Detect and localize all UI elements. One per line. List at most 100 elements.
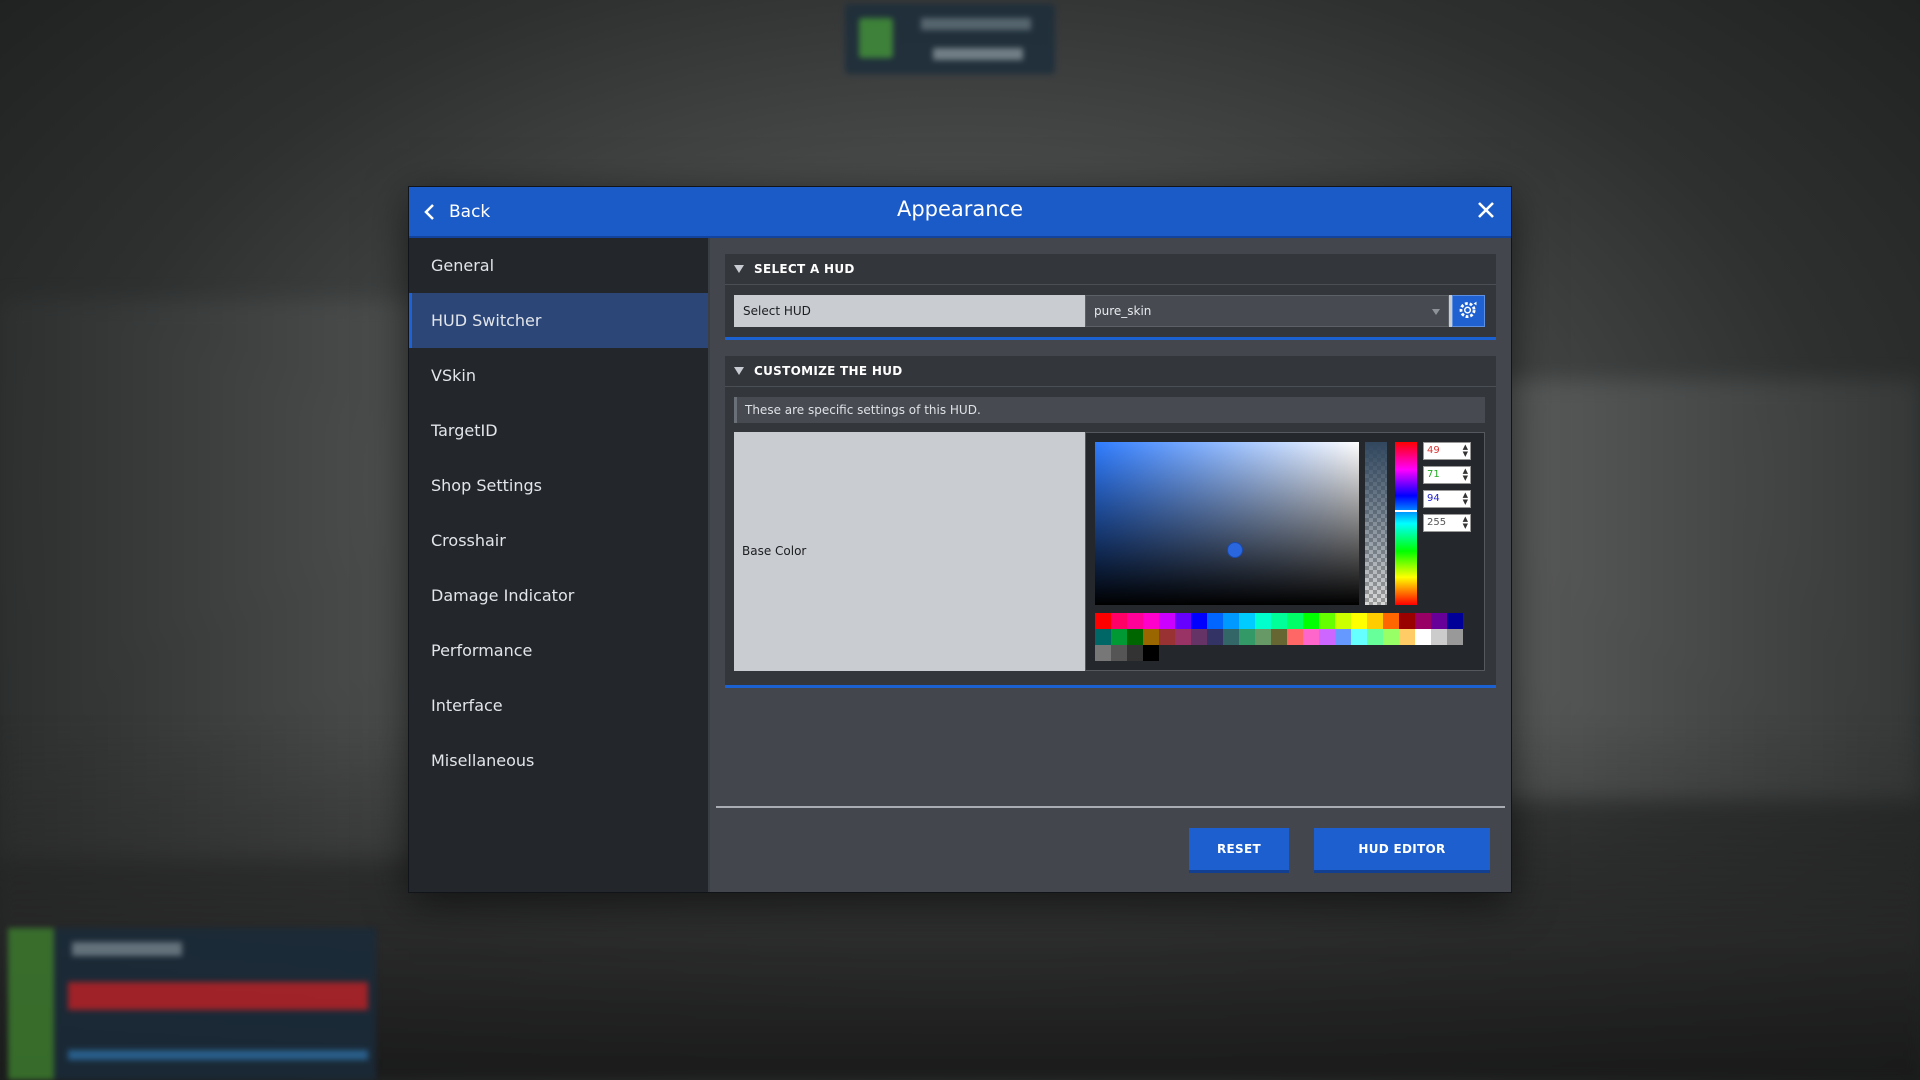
color-palette (1095, 613, 1469, 661)
palette-swatch[interactable] (1431, 613, 1447, 629)
palette-swatch[interactable] (1175, 629, 1191, 645)
sidebar-item-crosshair[interactable]: Crosshair (409, 513, 708, 568)
palette-swatch[interactable] (1239, 629, 1255, 645)
palette-swatch[interactable] (1111, 613, 1127, 629)
palette-swatch[interactable] (1095, 629, 1111, 645)
customize-hud-section: CUSTOMIZE THE HUD These are specific set… (725, 356, 1496, 688)
palette-swatch[interactable] (1207, 613, 1223, 629)
palette-swatch[interactable] (1415, 629, 1431, 645)
palette-swatch[interactable] (1447, 613, 1463, 629)
hue-marker[interactable] (1395, 510, 1417, 512)
sidebar-item-label: Damage Indicator (431, 586, 575, 605)
palette-swatch[interactable] (1143, 629, 1159, 645)
hud-editor-button[interactable]: HUD EDITOR (1314, 828, 1490, 873)
reset-button[interactable]: RESET (1189, 828, 1289, 873)
sidebar-item-label: Shop Settings (431, 476, 542, 495)
palette-swatch[interactable] (1319, 613, 1335, 629)
palette-swatch[interactable] (1223, 629, 1239, 645)
sidebar-item-label: Misellaneous (431, 751, 535, 770)
palette-swatch[interactable] (1207, 629, 1223, 645)
palette-swatch[interactable] (1223, 613, 1239, 629)
customize-description: These are specific settings of this HUD. (734, 397, 1485, 423)
hud-settings-button[interactable] (1452, 295, 1485, 327)
sidebar-item-label: TargetID (431, 421, 498, 440)
alpha-slider[interactable] (1365, 442, 1387, 605)
background-player-hud (8, 928, 376, 1080)
red-value: 49 (1427, 445, 1440, 456)
sidebar-item-targetid[interactable]: TargetID (409, 403, 708, 458)
settings-content: SELECT A HUD Select HUD pure_skin CUSTOM… (710, 238, 1511, 892)
sidebar-item-damage-indicator[interactable]: Damage Indicator (409, 568, 708, 623)
palette-swatch[interactable] (1351, 613, 1367, 629)
palette-swatch[interactable] (1127, 645, 1143, 661)
palette-swatch[interactable] (1127, 629, 1143, 645)
palette-swatch[interactable] (1303, 629, 1319, 645)
background-round-info (845, 4, 1055, 74)
select-hud-header[interactable]: SELECT A HUD (725, 254, 1496, 285)
palette-swatch[interactable] (1447, 629, 1463, 645)
hue-slider[interactable] (1395, 442, 1417, 605)
sidebar-item-shop-settings[interactable]: Shop Settings (409, 458, 708, 513)
palette-swatch[interactable] (1351, 629, 1367, 645)
palette-swatch[interactable] (1383, 613, 1399, 629)
palette-swatch[interactable] (1111, 629, 1127, 645)
palette-swatch[interactable] (1335, 613, 1351, 629)
player-hud-ammo-bar (68, 1050, 368, 1060)
palette-swatch[interactable] (1431, 629, 1447, 645)
palette-swatch[interactable] (1159, 613, 1175, 629)
palette-swatch[interactable] (1111, 645, 1127, 661)
alpha-value: 255 (1427, 517, 1447, 528)
palette-swatch[interactable] (1287, 629, 1303, 645)
palette-swatch[interactable] (1143, 645, 1159, 661)
sidebar-item-general[interactable]: General (409, 238, 708, 293)
sidebar-item-hud-switcher[interactable]: HUD Switcher (409, 293, 708, 348)
spinner-arrows-icon[interactable]: ▲ ▼ (1463, 492, 1468, 506)
palette-swatch[interactable] (1271, 629, 1287, 645)
hud-select-dropdown[interactable]: pure_skin (1085, 295, 1449, 327)
palette-swatch[interactable] (1159, 629, 1175, 645)
sidebar-item-label: VSkin (431, 366, 476, 385)
red-input[interactable]: 49 ▲ ▼ (1423, 442, 1471, 460)
spinner-arrows-icon[interactable]: ▲ ▼ (1463, 516, 1468, 530)
palette-swatch[interactable] (1239, 613, 1255, 629)
sidebar-item-performance[interactable]: Performance (409, 623, 708, 678)
blue-value: 94 (1427, 493, 1440, 504)
alpha-input[interactable]: 255 ▲ ▼ (1423, 514, 1471, 532)
palette-swatch[interactable] (1367, 629, 1383, 645)
palette-swatch[interactable] (1303, 613, 1319, 629)
palette-swatch[interactable] (1191, 613, 1207, 629)
color-cursor[interactable] (1227, 542, 1243, 558)
green-input[interactable]: 71 ▲ ▼ (1423, 466, 1471, 484)
collapse-triangle-icon (734, 367, 744, 375)
palette-swatch[interactable] (1335, 629, 1351, 645)
palette-swatch[interactable] (1095, 613, 1111, 629)
palette-swatch[interactable] (1383, 629, 1399, 645)
sidebar-item-interface[interactable]: Interface (409, 678, 708, 733)
palette-swatch[interactable] (1367, 613, 1383, 629)
sidebar-item-miscellaneous[interactable]: Misellaneous (409, 733, 708, 788)
spinner-arrows-icon[interactable]: ▲ ▼ (1463, 444, 1468, 458)
palette-swatch[interactable] (1143, 613, 1159, 629)
customize-hud-header[interactable]: CUSTOMIZE THE HUD (725, 356, 1496, 387)
settings-sidebar: General HUD Switcher VSkin TargetID Shop… (409, 238, 710, 892)
spinner-arrows-icon[interactable]: ▲ ▼ (1463, 468, 1468, 482)
palette-swatch[interactable] (1399, 613, 1415, 629)
palette-swatch[interactable] (1255, 613, 1271, 629)
sidebar-item-label: Crosshair (431, 531, 506, 550)
palette-swatch[interactable] (1399, 629, 1415, 645)
close-icon[interactable] (1475, 199, 1497, 221)
blue-input[interactable]: 94 ▲ ▼ (1423, 490, 1471, 508)
palette-swatch[interactable] (1175, 613, 1191, 629)
palette-swatch[interactable] (1319, 629, 1335, 645)
sidebar-item-vskin[interactable]: VSkin (409, 348, 708, 403)
saturation-value-field[interactable] (1095, 442, 1359, 605)
palette-swatch[interactable] (1191, 629, 1207, 645)
palette-swatch[interactable] (1127, 613, 1143, 629)
palette-swatch[interactable] (1415, 613, 1431, 629)
sidebar-item-label: Performance (431, 641, 533, 660)
palette-swatch[interactable] (1287, 613, 1303, 629)
palette-swatch[interactable] (1271, 613, 1287, 629)
palette-swatch[interactable] (1255, 629, 1271, 645)
player-hud-role-strip (8, 928, 54, 1080)
palette-swatch[interactable] (1095, 645, 1111, 661)
